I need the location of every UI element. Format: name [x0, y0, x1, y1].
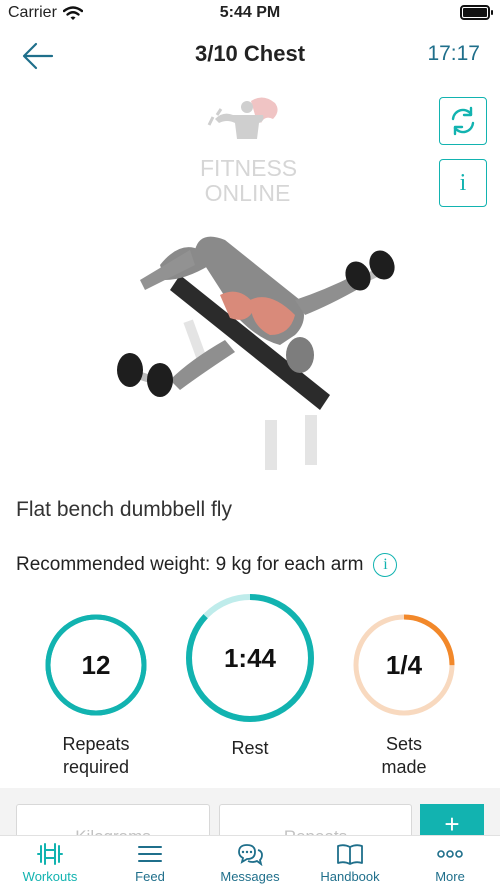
tab-more[interactable]: More — [400, 836, 500, 889]
tab-label-handbook: Handbook — [320, 869, 380, 884]
refresh-icon — [451, 106, 475, 136]
tab-handbook[interactable]: Handbook — [300, 836, 400, 889]
tab-label-workouts: Workouts — [22, 869, 78, 884]
workout-timer: 17:17 — [427, 42, 480, 65]
status-time: 5:44 PM — [219, 4, 281, 21]
tab-feed[interactable]: Feed — [100, 836, 200, 889]
tab-messages[interactable]: Messages — [200, 836, 300, 889]
stat-ring-0: 12 — [43, 612, 149, 718]
set-input-row: Kilograms Repeats + — [0, 788, 500, 846]
stat-label: Sets made — [334, 733, 474, 779]
recommended-weight-text: Recommended weight: 9 kg for each arm — [16, 554, 364, 575]
exercise-name: Flat bench dumbbell fly — [16, 498, 232, 521]
page-title: 3/10 Chest — [194, 41, 306, 66]
stat-label: Repeats required — [26, 733, 166, 779]
exercise-screen: Carrier 5:44 PM 3/10 Chest 17:17 FITNESS — [0, 0, 500, 889]
more-icon — [437, 850, 463, 858]
tab-bar: Workouts Feed Messages Handbook More — [0, 835, 500, 889]
dumbbell-left-illustration — [117, 353, 173, 397]
weight-info-icon[interactable]: i — [373, 553, 398, 577]
tab-label-messages: Messages — [220, 869, 280, 884]
tab-label-more: More — [435, 869, 465, 884]
athlete-illustration — [140, 236, 360, 390]
messages-icon — [238, 844, 263, 866]
stat-ring-2: 1/4 — [351, 612, 457, 718]
dumbbell-icon — [37, 843, 63, 865]
tab-label-feed: Feed — [135, 869, 165, 884]
back-arrow-icon — [22, 42, 54, 70]
stat-value: 1:44 — [223, 642, 277, 673]
book-icon — [337, 844, 363, 865]
info-icon: i — [459, 169, 467, 196]
stat-label-line1: Rest — [231, 738, 269, 758]
stat-label-line2: required — [62, 757, 130, 777]
stat-label-line1: Repeats — [62, 734, 130, 754]
stat-value: 12 — [81, 649, 111, 680]
stat-label-line2: made — [381, 757, 427, 777]
stat-label: Rest — [180, 737, 320, 760]
exercise-illustration — [117, 236, 395, 470]
stat-ring-1: 1:44 — [183, 591, 317, 725]
stat-value: 1/4 — [385, 649, 423, 680]
status-bar: Carrier 5:44 PM — [0, 0, 500, 28]
exercise-info-button[interactable]: i — [439, 159, 487, 207]
stat-label-line1: Sets — [385, 734, 423, 754]
back-button[interactable] — [18, 38, 58, 74]
recommended-weight: Recommended weight: 9 kg for each arm i — [16, 553, 398, 577]
nav-header: 3/10 Chest 17:17 — [0, 28, 500, 84]
feed-icon — [138, 846, 162, 862]
swap-exercise-button[interactable] — [439, 97, 487, 145]
tab-workouts[interactable]: Workouts — [0, 836, 100, 889]
battery-icon — [460, 5, 493, 20]
